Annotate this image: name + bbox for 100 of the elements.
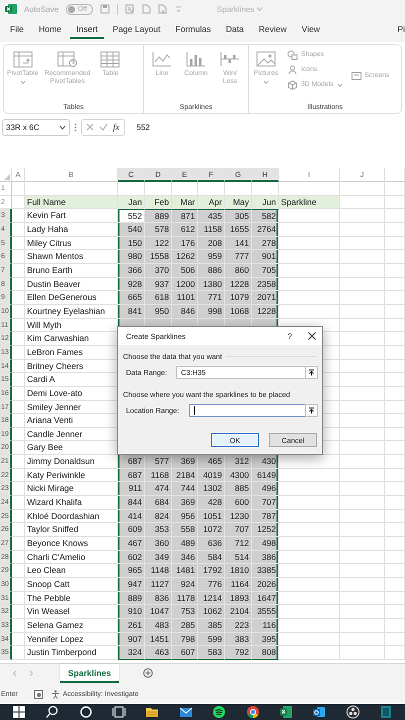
empty-cell[interactable] (385, 196, 405, 210)
document-arrow-icon[interactable] (158, 4, 168, 14)
mail-icon[interactable] (178, 705, 193, 719)
empty-cell[interactable] (340, 632, 385, 646)
table-cell[interactable]: 753 (172, 605, 198, 619)
search-icon[interactable] (45, 705, 60, 719)
empty-cell[interactable] (12, 209, 25, 223)
table-cell[interactable]: 483 (145, 619, 172, 633)
help-button[interactable]: ? (288, 332, 292, 340)
empty-cell[interactable] (385, 360, 405, 374)
table-cell[interactable]: 1481 (172, 564, 198, 578)
table-cell[interactable]: 208 (198, 236, 225, 250)
table-cell[interactable]: 937 (145, 278, 172, 292)
empty-cell[interactable] (385, 428, 405, 442)
empty-cell[interactable] (12, 222, 25, 237)
table-cell[interactable]: Sparkline (279, 196, 340, 210)
empty-cell[interactable] (385, 304, 405, 319)
table-cell[interactable]: 602 (118, 550, 145, 564)
ribbon-tab[interactable]: Data (220, 21, 250, 39)
empty-cell[interactable] (12, 632, 25, 646)
empty-cell[interactable] (12, 414, 25, 428)
table-cell[interactable]: 4019 (198, 468, 225, 482)
empty-cell[interactable] (12, 510, 25, 524)
table-cell[interactable]: 285 (172, 619, 198, 633)
table-cell[interactable]: 910 (118, 605, 145, 619)
empty-cell[interactable] (385, 578, 405, 592)
table-cell[interactable]: 305 (225, 209, 252, 223)
select-all-button[interactable] (0, 168, 12, 182)
ribbon-tab[interactable]: Insert (70, 21, 104, 39)
table-cell[interactable]: 1068 (225, 304, 252, 319)
chevron-down-icon[interactable] (59, 124, 66, 130)
table-cell[interactable]: 176 (172, 236, 198, 250)
recorder-icon[interactable] (346, 705, 360, 719)
table-cell[interactable]: 1101 (172, 291, 198, 305)
empty-cell[interactable] (12, 482, 25, 496)
table-cell[interactable]: 3555 (252, 605, 279, 619)
empty-cell[interactable] (385, 592, 405, 606)
table-cell[interactable]: 395 (252, 632, 279, 646)
music-app-icon[interactable] (212, 705, 226, 719)
table-cell[interactable]: 707 (252, 496, 279, 510)
table-cell[interactable]: 1451 (145, 632, 172, 646)
empty-cell[interactable] (385, 318, 405, 332)
table-cell[interactable]: 116 (252, 619, 279, 633)
table-cell[interactable]: 465 (198, 455, 225, 469)
empty-cell[interactable] (340, 236, 385, 250)
ribbon-tab[interactable]: Page Layout (106, 21, 166, 39)
table-cell[interactable]: 2764 (252, 222, 279, 237)
add-sheet-icon[interactable] (143, 668, 153, 678)
empty-cell[interactable] (385, 264, 405, 278)
check-icon[interactable] (99, 123, 108, 131)
table-cell[interactable]: 928 (118, 278, 145, 292)
table-cell[interactable]: 600 (225, 496, 252, 510)
table-cell[interactable]: 886 (198, 264, 225, 278)
empty-cell[interactable] (385, 537, 405, 551)
empty-cell[interactable] (12, 564, 25, 578)
table-cell[interactable]: 540 (118, 222, 145, 237)
empty-cell[interactable] (340, 578, 385, 592)
table-cell[interactable]: 947 (118, 578, 145, 592)
empty-cell[interactable] (340, 441, 385, 456)
empty-cell[interactable] (340, 428, 385, 442)
empty-cell[interactable] (385, 400, 405, 414)
table-cell[interactable]: 1228 (225, 278, 252, 292)
table-cell[interactable]: 771 (198, 291, 225, 305)
table-cell[interactable]: 360 (145, 537, 172, 551)
empty-cell[interactable] (12, 346, 25, 360)
empty-cell[interactable] (12, 250, 25, 264)
empty-cell[interactable] (385, 278, 405, 292)
table-cell[interactable]: 687 (118, 468, 145, 482)
table-cell[interactable]: 1558 (145, 250, 172, 264)
table-cell[interactable]: 578 (145, 222, 172, 237)
empty-cell[interactable] (340, 414, 385, 428)
empty-cell[interactable] (385, 646, 405, 660)
table-cell[interactable]: 612 (172, 222, 198, 237)
table-cell[interactable]: Jan (118, 196, 145, 210)
table-cell[interactable]: 435 (198, 209, 225, 223)
table-cell[interactable]: 474 (145, 482, 172, 496)
mail-app-icon[interactable] (312, 705, 326, 719)
table-cell[interactable]: 792 (225, 646, 252, 660)
table-cell[interactable]: 2071 (252, 291, 279, 305)
table-cell[interactable]: 278 (252, 236, 279, 250)
table-cell[interactable]: 607 (172, 646, 198, 660)
empty-cell[interactable] (12, 291, 25, 305)
table-cell[interactable]: 824 (145, 510, 172, 524)
empty-cell[interactable] (12, 428, 25, 442)
table-cell[interactable]: Full Name (25, 196, 118, 210)
table-cell[interactable]: 665 (118, 291, 145, 305)
empty-cell[interactable] (385, 482, 405, 496)
table-cell[interactable]: 498 (252, 537, 279, 551)
document-icon[interactable] (142, 4, 151, 14)
table-cell[interactable]: 712 (225, 537, 252, 551)
table-cell[interactable]: 583 (198, 646, 225, 660)
empty-cell[interactable] (340, 605, 385, 619)
empty-cell[interactable] (340, 264, 385, 278)
empty-cell[interactable] (340, 537, 385, 551)
empty-cell[interactable] (340, 250, 385, 264)
sheet-tab[interactable]: Sparklines (60, 664, 119, 683)
table-cell[interactable]: 707 (225, 523, 252, 538)
empty-cell[interactable] (12, 386, 25, 400)
empty-cell[interactable] (385, 373, 405, 387)
empty-cell[interactable] (340, 455, 385, 469)
